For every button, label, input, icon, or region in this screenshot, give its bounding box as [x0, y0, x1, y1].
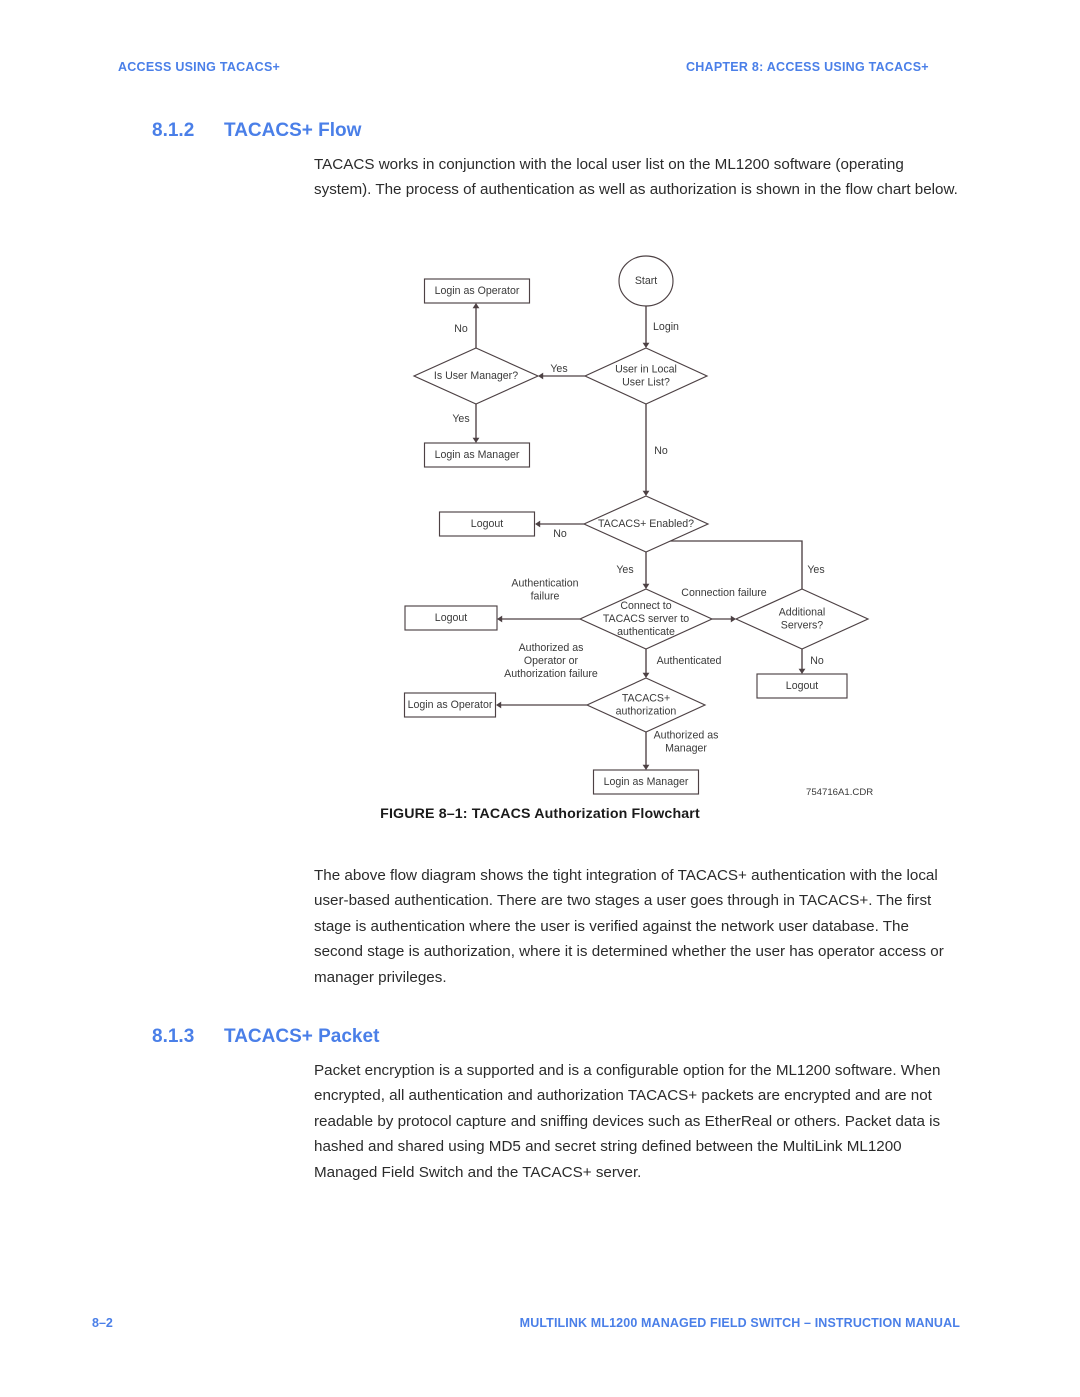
edge-label-e-start-userlist: Login	[653, 321, 679, 333]
flow-node-ismanager: Is User Manager?	[412, 347, 540, 405]
node-label-start: Start	[635, 275, 657, 287]
edge-label-e-ismanager-loginop: No	[454, 323, 468, 335]
section-number-812: 8.1.2	[152, 120, 195, 141]
edge-label-e-connect-authz: Authenticated	[657, 655, 722, 667]
node-label-tacacsen: TACACS+ Enabled?	[598, 518, 694, 530]
edge-label-e-userlist-tacacsen: No	[654, 445, 668, 457]
document-page: ACCESS USING TACACS+ CHAPTER 8: ACCESS U…	[0, 0, 1080, 1397]
edge-label-e-addservers-retry: Yes	[807, 564, 824, 576]
node-label-loginmgr2: Login as Manager	[604, 776, 689, 788]
edge-line	[651, 540, 803, 589]
section-title-812: TACACS+ Flow	[224, 120, 362, 141]
edge-arrowhead	[496, 701, 502, 709]
flow-node-authz: TACACS+ authorization	[585, 677, 707, 733]
flow-node-loginop1: Login as Operator	[423, 278, 531, 304]
edge-arrowhead	[642, 342, 650, 348]
edge-arrowhead	[497, 615, 503, 623]
node-label-logout3: Logout	[786, 680, 818, 692]
flow-node-userlist: User in Local User List?	[583, 347, 709, 405]
edge-arrowhead	[535, 520, 541, 528]
flow-edge-e-connect-logout2: Authentication failure	[497, 577, 580, 623]
flow-node-start: Start	[618, 255, 674, 307]
running-head-right: CHAPTER 8: ACCESS USING TACACS+	[686, 60, 929, 74]
node-label-authz: TACACS+ authorization	[616, 692, 677, 717]
flow-edge-e-ismanager-loginop: No	[454, 303, 480, 348]
section-heading-813: 8.1.3 TACACS+ Packet	[152, 1026, 379, 1048]
flow-node-loginop2: Login as Operator	[403, 692, 497, 718]
footer-manual-title: MULTILINK ML1200 MANAGED FIELD SWITCH – …	[519, 1316, 960, 1330]
flow-node-logout1: Logout	[438, 511, 536, 537]
flow-edge-e-authz-loginop2: Authorized as Operator or Authorization fa…	[496, 642, 598, 709]
edge-arrowhead	[798, 668, 806, 674]
flow-node-logout2: Logout	[404, 605, 498, 631]
flow-node-loginmgr2: Login as Manager	[592, 769, 700, 795]
node-label-addservers: Additional Servers?	[779, 606, 826, 631]
section-812-paragraph: TACACS works in conjunction with the loc…	[314, 156, 958, 199]
section-heading-812: 8.1.2 TACACS+ Flow	[152, 120, 361, 142]
edge-label-e-connect-logout2: Authentication failure	[511, 577, 578, 602]
edge-arrowhead	[642, 490, 650, 496]
edge-arrowhead	[642, 583, 650, 589]
flow-node-loginmgr1: Login as Manager	[423, 442, 531, 468]
edge-arrowhead	[472, 437, 480, 443]
node-label-ismanager: Is User Manager?	[434, 370, 518, 382]
node-label-userlist: User in Local User List?	[615, 363, 677, 388]
flowchart-nodes: Start User in Local User List? Is User Mana…	[403, 255, 870, 795]
node-label-loginmgr1: Login as Manager	[435, 449, 520, 461]
section-number-813: 8.1.3	[152, 1026, 195, 1047]
edge-label-e-addservers-logout3: No	[810, 655, 824, 667]
edge-label-e-authz-loginmgr2: Authorized as Manager	[654, 729, 719, 754]
edge-label-e-tacacsen-connect: Yes	[616, 564, 633, 576]
flow-edge-e-tacacsen-connect: Yes	[616, 552, 650, 589]
flow-node-tacacsen: TACACS+ Enabled?	[582, 495, 710, 553]
flow-edge-e-authz-loginmgr2: Authorized as Manager	[642, 729, 719, 770]
after-figure-paragraph: The above flow diagram shows the tight i…	[314, 867, 944, 986]
edge-label-e-userlist-ismanager: Yes	[550, 363, 567, 375]
node-label-logout1: Logout	[471, 518, 503, 530]
edge-label-e-tacacsen-logout1: No	[553, 528, 567, 540]
edge-label-e-ismanager-loginmgr: Yes	[452, 413, 469, 425]
node-label-loginop2: Login as Operator	[408, 699, 493, 711]
node-label-loginop1: Login as Operator	[435, 285, 520, 297]
flow-edge-e-ismanager-loginmgr: Yes	[452, 404, 480, 443]
flowchart-svg: Login Yes No Yes No No Yes Authentication failur…	[403, 255, 873, 798]
flow-edge-e-addservers-retry: Yes	[647, 537, 825, 589]
flow-edge-e-addservers-logout3: No	[798, 649, 824, 674]
edge-label-e-connect-addservers: Connection failure	[681, 587, 766, 599]
flow-edge-e-userlist-tacacsen: No	[642, 404, 668, 496]
flow-edge-e-connect-authz: Authenticated	[642, 649, 722, 678]
flow-edge-e-userlist-ismanager: Yes	[538, 363, 585, 380]
edge-arrowhead	[642, 764, 650, 770]
flow-edge-e-start-userlist: Login	[642, 306, 679, 348]
edge-arrowhead	[472, 303, 480, 309]
section-813-paragraph: Packet encryption is a supported and is …	[314, 1062, 941, 1181]
figure-caption: FIGURE 8–1: TACACS Authorization Flowcha…	[380, 806, 700, 822]
flow-node-logout3: Logout	[756, 673, 848, 699]
running-head-left: ACCESS USING TACACS+	[118, 60, 281, 74]
edge-arrowhead	[642, 672, 650, 678]
flow-edge-e-tacacsen-logout1: No	[535, 520, 584, 540]
node-label-logout2: Logout	[435, 612, 467, 624]
section-title-813: TACACS+ Packet	[224, 1026, 380, 1047]
drawing-code-label: 754716A1.CDR	[806, 787, 873, 798]
edge-label-e-authz-loginop2: Authorized as Operator or Authorization fa…	[504, 642, 598, 680]
figure-tacacs-flowchart: Login Yes No Yes No No Yes Authentication failur…	[0, 248, 1080, 848]
